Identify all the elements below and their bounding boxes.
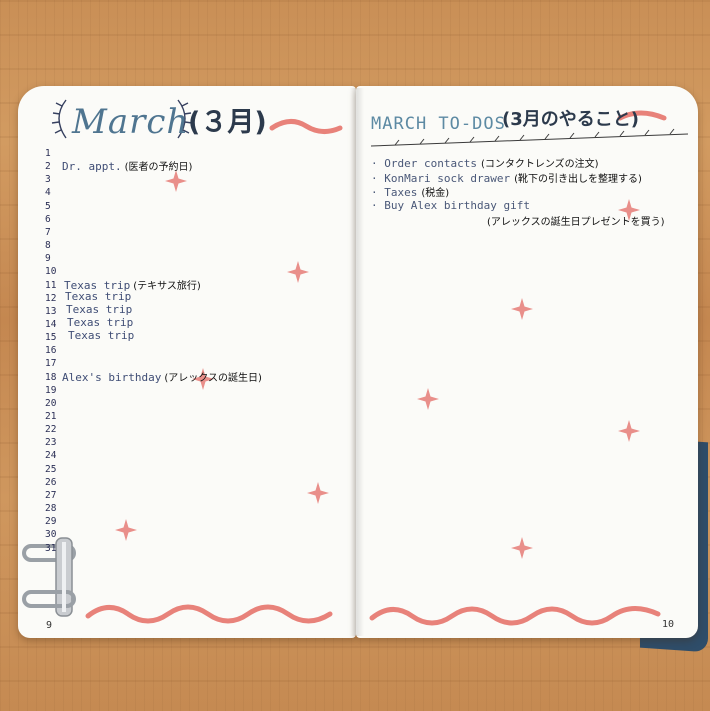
day-number: 24	[45, 450, 57, 462]
sparkle-icon	[115, 519, 137, 541]
day-number: 8	[45, 240, 51, 252]
day-number: 16	[45, 345, 57, 357]
day-number: 28	[45, 503, 57, 515]
todo-translation-extra: (アレックスの誕生日プレゼントを買う)	[487, 217, 665, 228]
day-number: 6	[45, 213, 51, 225]
calendar-entry-text: Dr. appt.	[62, 160, 122, 174]
day-number: 18	[45, 371, 57, 383]
day-number: 1	[45, 148, 51, 159]
calendar-entry-text: Texas trip	[66, 302, 133, 316]
day-number: 7	[45, 226, 51, 238]
day-number: 13	[45, 305, 57, 317]
calendar-entry-translation: (医者の予約日)	[124, 162, 193, 174]
day-number: 14	[45, 318, 57, 330]
sparkle-icon	[165, 170, 187, 192]
sparkles-group	[115, 170, 640, 559]
todo-item: · Taxes (税金)	[371, 184, 449, 199]
day-number: 21	[45, 411, 57, 422]
day-number: 25	[45, 463, 57, 475]
todo-item-text: · Order contacts	[371, 157, 477, 170]
calendar-entry: Texas trip	[68, 329, 134, 342]
laurel-left-icon	[51, 99, 67, 139]
sparkle-icon	[618, 420, 640, 442]
todo-item-text: · Buy Alex birthday gift	[371, 198, 530, 212]
todo-item-translation: (税金)	[421, 188, 450, 199]
calendar-entry: Texas trip	[65, 290, 131, 303]
todo-title-jp: (3月のやること)	[502, 109, 639, 130]
page-number-right: 10	[662, 619, 675, 630]
day-number: 27	[45, 489, 57, 501]
calendar-entry-text: Texas trip	[68, 329, 135, 343]
day-number: 22	[45, 424, 57, 436]
sparkle-icon	[417, 388, 439, 410]
month-title-jp: (３月)	[188, 107, 267, 138]
day-number: 20	[45, 397, 57, 409]
todo-item-text: · KonMari sock drawer	[371, 171, 511, 185]
day-number: 29	[45, 516, 57, 528]
day-number: 31	[45, 542, 57, 554]
page-number-left: 9	[46, 620, 53, 631]
calendar-entry: Texas trip	[67, 316, 133, 329]
calendar-entry: Dr. appt. (医者の予約日)	[62, 158, 192, 173]
bottom-wave-right	[369, 606, 661, 626]
day-number: 30	[45, 529, 57, 541]
todo-item-translation: (靴下の引き出しを整理する)	[514, 173, 642, 185]
todo-item: · KonMari sock drawer (靴下の引き出しを整理する)	[371, 170, 642, 185]
day-number: 19	[45, 384, 57, 396]
day-number: 4	[45, 187, 51, 199]
calendar-entry-translation: (アレックスの誕生日)	[164, 372, 262, 384]
day-number: 2	[45, 161, 51, 173]
calendar-entry: Texas trip	[66, 303, 132, 316]
calendar-entry: Alex's birthday (アレックスの誕生日)	[62, 369, 262, 384]
bottom-wave-left	[85, 604, 333, 624]
calendar-entry-text: Texas trip	[67, 315, 134, 329]
todo-item-text: · Taxes	[371, 186, 418, 199]
todo-title: MARCH TO-DOS	[371, 114, 506, 134]
title-wave-left	[269, 119, 343, 134]
calendar-entry-text: Alex's birthday	[62, 370, 162, 384]
day-number: 5	[45, 200, 51, 212]
day-number: 26	[45, 476, 57, 488]
month-title-script: March	[72, 102, 190, 142]
sparkle-icon	[511, 298, 533, 320]
day-number: 11	[45, 279, 57, 291]
sparkle-icon	[307, 482, 329, 504]
day-number: 17	[45, 358, 57, 370]
day-number: 3	[45, 174, 51, 186]
calendar-entry-translation: (テキサス旅行)	[133, 280, 201, 292]
calendar-entry-text: Texas trip	[65, 289, 132, 303]
day-number: 23	[45, 437, 57, 449]
day-number: 10	[45, 266, 57, 278]
todo-item: · Buy Alex birthday gift	[371, 199, 530, 212]
sparkle-icon	[287, 261, 309, 283]
day-number: 15	[45, 332, 57, 344]
todo-item-translation: (コンタクトレンズの注文)	[480, 159, 599, 170]
sparkle-icon	[511, 537, 533, 559]
day-number: 9	[45, 253, 51, 265]
day-number: 12	[45, 292, 57, 304]
todo-item: · Order contacts (コンタクトレンズの注文)	[371, 155, 599, 170]
